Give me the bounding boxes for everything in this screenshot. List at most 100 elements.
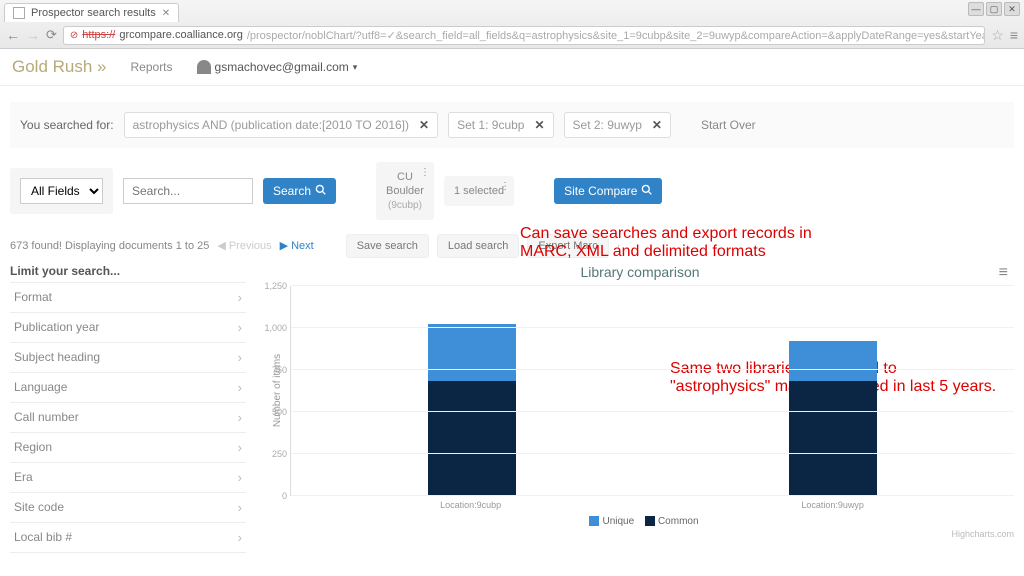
load-search-button[interactable]: Load search: [437, 234, 520, 258]
chevron-right-icon: ›: [238, 380, 242, 395]
url-prefix: https://: [82, 29, 115, 41]
chevron-right-icon: ›: [238, 350, 242, 365]
query-pill-text: astrophysics AND (publication date:[2010…: [133, 118, 409, 132]
chart-xlabel: Location:9cubp: [440, 500, 501, 510]
facet-subject-heading[interactable]: Subject heading ›: [10, 342, 246, 372]
chart-menu-icon[interactable]: ≡: [999, 264, 1008, 282]
chart-legend: Unique Common: [266, 516, 1014, 527]
site-compare-button[interactable]: Site Compare: [554, 178, 662, 204]
site2-selector[interactable]: ⋮ 1 selected: [444, 176, 514, 206]
url-path: /prospector/noblChart/?utf8=✓&search_fie…: [247, 29, 985, 42]
chart-credit: Highcharts.com: [266, 529, 1014, 539]
legend-label: Common: [658, 516, 699, 527]
user-email: gsmachovec@gmail.com: [215, 60, 349, 74]
facet-site-code[interactable]: Site code›: [10, 492, 246, 522]
legend-swatch-unique: [589, 516, 599, 526]
site-compare-label: Site Compare: [564, 184, 637, 198]
search-icon: [641, 184, 652, 198]
site1-line2: Boulder: [386, 184, 424, 198]
caret-down-icon: ▾: [353, 62, 358, 73]
chart-bar: [789, 341, 877, 496]
address-bar[interactable]: ⊘ https:// grcompare.coalliance.org/prosp…: [63, 26, 985, 45]
url-host: grcompare.coalliance.org: [119, 29, 243, 41]
chevron-right-icon: ›: [238, 320, 242, 335]
set1-pill: Set 1: 9cubp ✕: [448, 112, 553, 138]
chart-tick: 1,000: [291, 327, 1014, 328]
browser-menu-icon[interactable]: ≡: [1010, 27, 1018, 43]
page-icon: [13, 7, 25, 19]
set2-text: Set 2: 9uwyp: [573, 118, 642, 132]
forward-button: →: [26, 27, 40, 43]
facet-label: Publication year: [14, 320, 99, 334]
legend-swatch-common: [645, 516, 655, 526]
facet-language[interactable]: Language ›: [10, 372, 246, 402]
window-close[interactable]: ✕: [1004, 2, 1020, 16]
tab-close-icon[interactable]: ✕: [162, 8, 170, 19]
handle-icon: ⋮: [500, 180, 510, 193]
site1-selector[interactable]: ⋮ CU Boulder (9cubp): [376, 162, 434, 220]
chart-tick: 250: [291, 453, 1014, 454]
site1-sub: (9cubp): [386, 199, 424, 212]
search-button-label: Search: [273, 184, 311, 198]
reports-link[interactable]: Reports: [131, 60, 173, 74]
remove-set2-icon[interactable]: ✕: [652, 118, 662, 132]
facet-region[interactable]: Region ›: [10, 432, 246, 462]
user-menu[interactable]: gsmachovec@gmail.com ▾: [197, 60, 358, 74]
next-page[interactable]: ▶ Next: [280, 239, 314, 252]
browser-tab[interactable]: Prospector search results ✕: [4, 3, 179, 22]
reload-button[interactable]: ⟳: [46, 27, 57, 43]
chart-tick: 0: [291, 495, 1014, 496]
facets-heading: Limit your search...: [10, 264, 246, 278]
facet-format[interactable]: Format›: [10, 282, 246, 312]
facet-label: Era: [14, 470, 33, 484]
search-button[interactable]: Search: [263, 178, 336, 204]
chevron-right-icon: ›: [238, 470, 242, 485]
set1-text: Set 1: 9cubp: [457, 118, 524, 132]
remove-query-icon[interactable]: ✕: [419, 118, 429, 132]
results-count: 673 found! Displaying documents 1 to 25: [10, 240, 209, 252]
facet-label: Subject heading: [14, 350, 100, 364]
search-input[interactable]: [123, 178, 253, 204]
annotation: Can save searches and export records in …: [520, 225, 840, 261]
handle-icon: ⋮: [420, 166, 430, 179]
facet-label: Call number: [14, 410, 79, 424]
back-button[interactable]: ←: [6, 27, 20, 43]
chart-xlabel: Location:9uwyp: [801, 500, 864, 510]
chart-title: Library comparison: [266, 264, 1014, 280]
facet-label: Format: [14, 290, 52, 304]
window-minimize[interactable]: —: [968, 2, 984, 16]
facet-call-number[interactable]: Call number ›: [10, 402, 246, 432]
facet-label: Language: [14, 380, 67, 394]
chevron-right-icon: ›: [238, 500, 242, 515]
avatar-icon: [197, 60, 211, 74]
window-maximize[interactable]: ▢: [986, 2, 1002, 16]
summary-prefix: You searched for:: [20, 118, 114, 132]
chevron-right-icon: ›: [238, 410, 242, 425]
chart-tick: 750: [291, 369, 1014, 370]
set2-pill: Set 2: 9uwyp ✕: [564, 112, 671, 138]
legend-label: Unique: [602, 516, 634, 527]
chart-tick: 500: [291, 411, 1014, 412]
facet-era[interactable]: Era ›: [10, 462, 246, 492]
facet-label: Region: [14, 440, 52, 454]
chart-tick: 1,250: [291, 285, 1014, 286]
field-select[interactable]: All Fields: [20, 178, 103, 204]
insecure-icon: ⊘: [70, 30, 78, 41]
prev-page: ◀ Previous: [217, 239, 271, 252]
chevron-right-icon: ›: [238, 530, 242, 545]
bookmark-icon[interactable]: ☆: [991, 27, 1004, 44]
chevron-right-icon: ›: [238, 440, 242, 455]
start-over-link[interactable]: Start Over: [701, 118, 756, 132]
remove-set1-icon[interactable]: ✕: [534, 118, 544, 132]
search-icon: [315, 184, 326, 198]
query-pill: astrophysics AND (publication date:[2010…: [124, 112, 438, 138]
tab-title: Prospector search results: [31, 7, 156, 19]
site2-text: 1 selected: [454, 184, 504, 198]
save-search-button[interactable]: Save search: [346, 234, 429, 258]
site1-line1: CU: [386, 170, 424, 184]
facet-label: Local bib #: [14, 530, 72, 544]
brand[interactable]: Gold Rush »: [12, 57, 107, 77]
search-summary: You searched for: astrophysics AND (publ…: [10, 102, 1014, 148]
facet-publication-year[interactable]: Publication year ›: [10, 312, 246, 342]
facet-local-bib-[interactable]: Local bib # ›: [10, 522, 246, 553]
